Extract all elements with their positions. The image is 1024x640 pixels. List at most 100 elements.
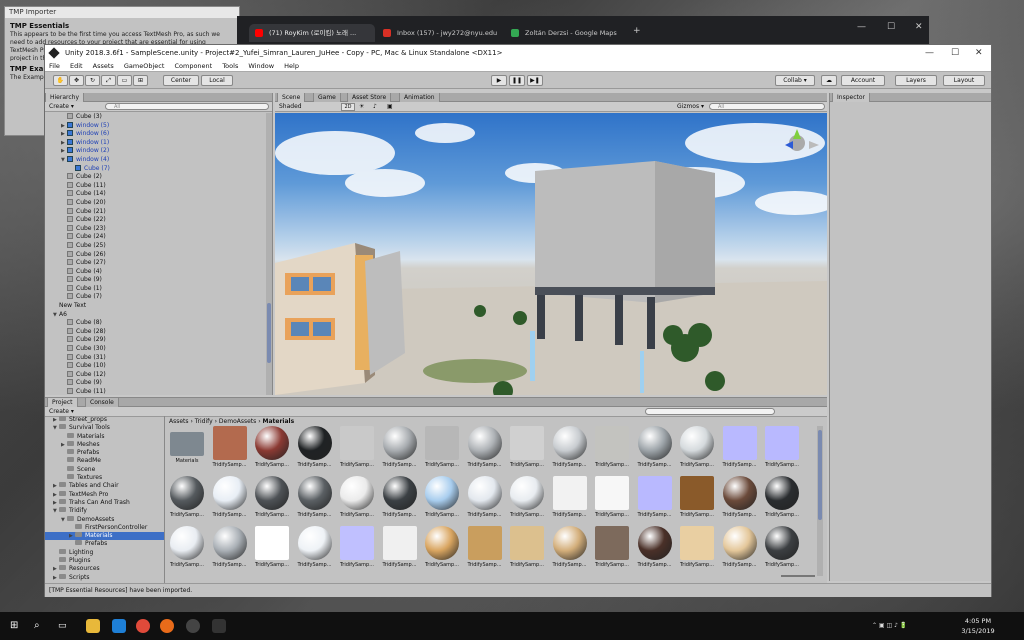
hierarchy-item[interactable]: Cube (31) bbox=[45, 353, 265, 363]
hierarchy-item[interactable]: ▶ window (6) bbox=[45, 130, 265, 139]
minimize-icon[interactable]: — bbox=[925, 45, 934, 61]
folder-item[interactable]: ▶ Street_props bbox=[45, 416, 164, 424]
file-explorer-icon[interactable] bbox=[86, 619, 100, 633]
asset-scrollbar[interactable] bbox=[817, 426, 823, 576]
material-asset[interactable]: TridifySamp... bbox=[550, 426, 590, 468]
hierarchy-item[interactable]: Cube (4) bbox=[45, 267, 265, 277]
pivot-local-button[interactable]: Local bbox=[201, 75, 233, 86]
system-tray[interactable]: ⌃ ▣ ◫ ♪ 🔋 bbox=[872, 622, 942, 630]
folder-item[interactable]: ▶ Meshes bbox=[45, 440, 164, 449]
project-create-button[interactable]: Create ▾ bbox=[45, 408, 74, 415]
folder-item[interactable]: ▶ Materials bbox=[45, 532, 164, 541]
effects-toggle-icon[interactable]: ▣ bbox=[387, 102, 393, 112]
hierarchy-item[interactable]: Cube (30) bbox=[45, 345, 265, 354]
browser-tab-inbox[interactable]: Inbox (157) - jwy272@nyu.edu bbox=[377, 24, 503, 42]
breadcrumb-item[interactable]: Tridify bbox=[195, 418, 213, 425]
hierarchy-item[interactable]: Cube (26) bbox=[45, 250, 265, 260]
material-asset[interactable]: TridifySamp... bbox=[677, 526, 717, 568]
account-dropdown[interactable]: Account bbox=[841, 75, 885, 86]
menu-help[interactable]: Help bbox=[284, 62, 299, 70]
transform-tool-icon[interactable]: ⊞ bbox=[133, 75, 148, 86]
folder-item[interactable]: ▶ Trahs Can And Trash bbox=[45, 498, 164, 507]
play-icon[interactable]: ▶ bbox=[491, 75, 507, 86]
layout-dropdown[interactable]: Layout bbox=[943, 75, 985, 86]
zoom-slider[interactable] bbox=[781, 575, 815, 577]
close-icon[interactable]: ✕ bbox=[975, 45, 983, 61]
material-asset[interactable]: TridifySamp... bbox=[635, 476, 675, 518]
material-asset[interactable]: TridifySamp... bbox=[252, 426, 292, 468]
material-asset[interactable]: TridifySamp... bbox=[762, 526, 802, 568]
material-asset[interactable]: TridifySamp... bbox=[422, 526, 462, 568]
search-icon[interactable]: ⌕ bbox=[34, 619, 48, 633]
folder-item[interactable]: Plugins bbox=[45, 557, 164, 565]
material-asset[interactable]: TridifySamp... bbox=[252, 526, 292, 568]
layers-dropdown[interactable]: Layers bbox=[895, 75, 937, 86]
hierarchy-item[interactable]: Cube (24) bbox=[45, 233, 265, 242]
material-asset[interactable]: TridifySamp... bbox=[677, 426, 717, 468]
material-asset[interactable]: TridifySamp... bbox=[210, 526, 250, 568]
clock-time[interactable]: 4:05 PM bbox=[958, 617, 998, 625]
material-asset[interactable]: TridifySamp... bbox=[295, 476, 335, 518]
menu-file[interactable]: File bbox=[49, 62, 60, 70]
folder-item[interactable]: Prefabs bbox=[45, 449, 164, 457]
hierarchy-item[interactable]: Cube (29) bbox=[45, 336, 265, 345]
hand-tool-icon[interactable]: ✋ bbox=[53, 75, 68, 86]
close-icon[interactable]: ✕ bbox=[915, 22, 923, 32]
material-asset[interactable]: TridifySamp... bbox=[550, 476, 590, 518]
material-asset[interactable]: TridifySamp... bbox=[635, 426, 675, 468]
browser-tab-youtube[interactable]: (71) RoyKim (로이킴) 노래 ... bbox=[249, 24, 375, 42]
menu-tools[interactable]: Tools bbox=[222, 62, 238, 70]
step-icon[interactable]: ▶❚ bbox=[527, 75, 543, 86]
breadcrumb-item[interactable]: Assets bbox=[169, 418, 189, 425]
material-asset[interactable]: TridifySamp... bbox=[677, 476, 717, 518]
scene-search-input[interactable]: All bbox=[709, 103, 825, 110]
folder-item[interactable]: ▼ Tridify bbox=[45, 507, 164, 515]
cloud-icon[interactable]: ☁ bbox=[821, 75, 837, 86]
tab-asset-store[interactable]: Asset Store bbox=[347, 93, 392, 102]
folder-item[interactable]: ▼ Survival Tools bbox=[45, 424, 164, 432]
firefox-icon[interactable] bbox=[160, 619, 174, 633]
material-asset[interactable]: TridifySamp... bbox=[252, 476, 292, 518]
pause-icon[interactable]: ❚❚ bbox=[509, 75, 525, 86]
edge-icon[interactable] bbox=[112, 619, 126, 633]
hierarchy-item[interactable]: Cube (11) bbox=[45, 388, 265, 395]
hierarchy-item[interactable]: Cube (21) bbox=[45, 207, 265, 217]
rotate-tool-icon[interactable]: ↻ bbox=[85, 75, 100, 86]
tab-game[interactable]: Game bbox=[313, 93, 341, 102]
maximize-icon[interactable]: ☐ bbox=[887, 22, 895, 32]
hierarchy-item[interactable]: Cube (12) bbox=[45, 370, 265, 380]
hierarchy-item[interactable]: New Text bbox=[45, 302, 265, 311]
hierarchy-scrollbar[interactable] bbox=[266, 113, 272, 395]
task-view-icon[interactable]: ▭ bbox=[58, 619, 72, 633]
unity-hub-icon[interactable] bbox=[186, 619, 200, 633]
audio-toggle-icon[interactable]: ♪ bbox=[373, 102, 377, 112]
folder-item[interactable]: ▼ DemoAssets bbox=[45, 515, 164, 524]
hierarchy-search-input[interactable]: All bbox=[105, 103, 269, 110]
tab-animation[interactable]: Animation bbox=[399, 93, 440, 102]
material-asset[interactable]: TridifySamp... bbox=[720, 476, 760, 518]
folder-item[interactable]: Prefabs bbox=[45, 540, 164, 548]
material-asset[interactable]: TridifySamp... bbox=[507, 476, 547, 518]
rect-tool-icon[interactable]: ▭ bbox=[117, 75, 132, 86]
minimize-icon[interactable]: — bbox=[857, 22, 866, 32]
material-asset[interactable]: TridifySamp... bbox=[337, 426, 377, 468]
hierarchy-item[interactable]: Cube (20) bbox=[45, 198, 265, 208]
material-asset[interactable]: TridifySamp... bbox=[550, 526, 590, 568]
menu-window[interactable]: Window bbox=[248, 62, 274, 70]
material-asset[interactable]: TridifySamp... bbox=[167, 476, 207, 518]
project-search-input[interactable] bbox=[645, 408, 775, 415]
hierarchy-item[interactable]: Cube (3) bbox=[45, 113, 265, 122]
pivot-center-button[interactable]: Center bbox=[163, 75, 199, 86]
material-asset[interactable]: TridifySamp... bbox=[592, 426, 632, 468]
folder-item[interactable]: FirstPersonController bbox=[45, 523, 164, 532]
hierarchy-item[interactable]: Cube (28) bbox=[45, 327, 265, 337]
material-asset[interactable]: TridifySamp... bbox=[465, 526, 505, 568]
move-tool-icon[interactable]: ✥ bbox=[69, 75, 84, 86]
material-asset[interactable]: TridifySamp... bbox=[422, 476, 462, 518]
unity-icon[interactable] bbox=[212, 619, 226, 633]
tab-inspector[interactable]: Inspector bbox=[832, 93, 870, 102]
material-asset[interactable]: TridifySamp... bbox=[507, 526, 547, 568]
folder-item[interactable]: Scene bbox=[45, 465, 164, 474]
hierarchy-item[interactable]: Cube (2) bbox=[45, 173, 265, 182]
hierarchy-item[interactable]: Cube (9) bbox=[45, 276, 265, 285]
